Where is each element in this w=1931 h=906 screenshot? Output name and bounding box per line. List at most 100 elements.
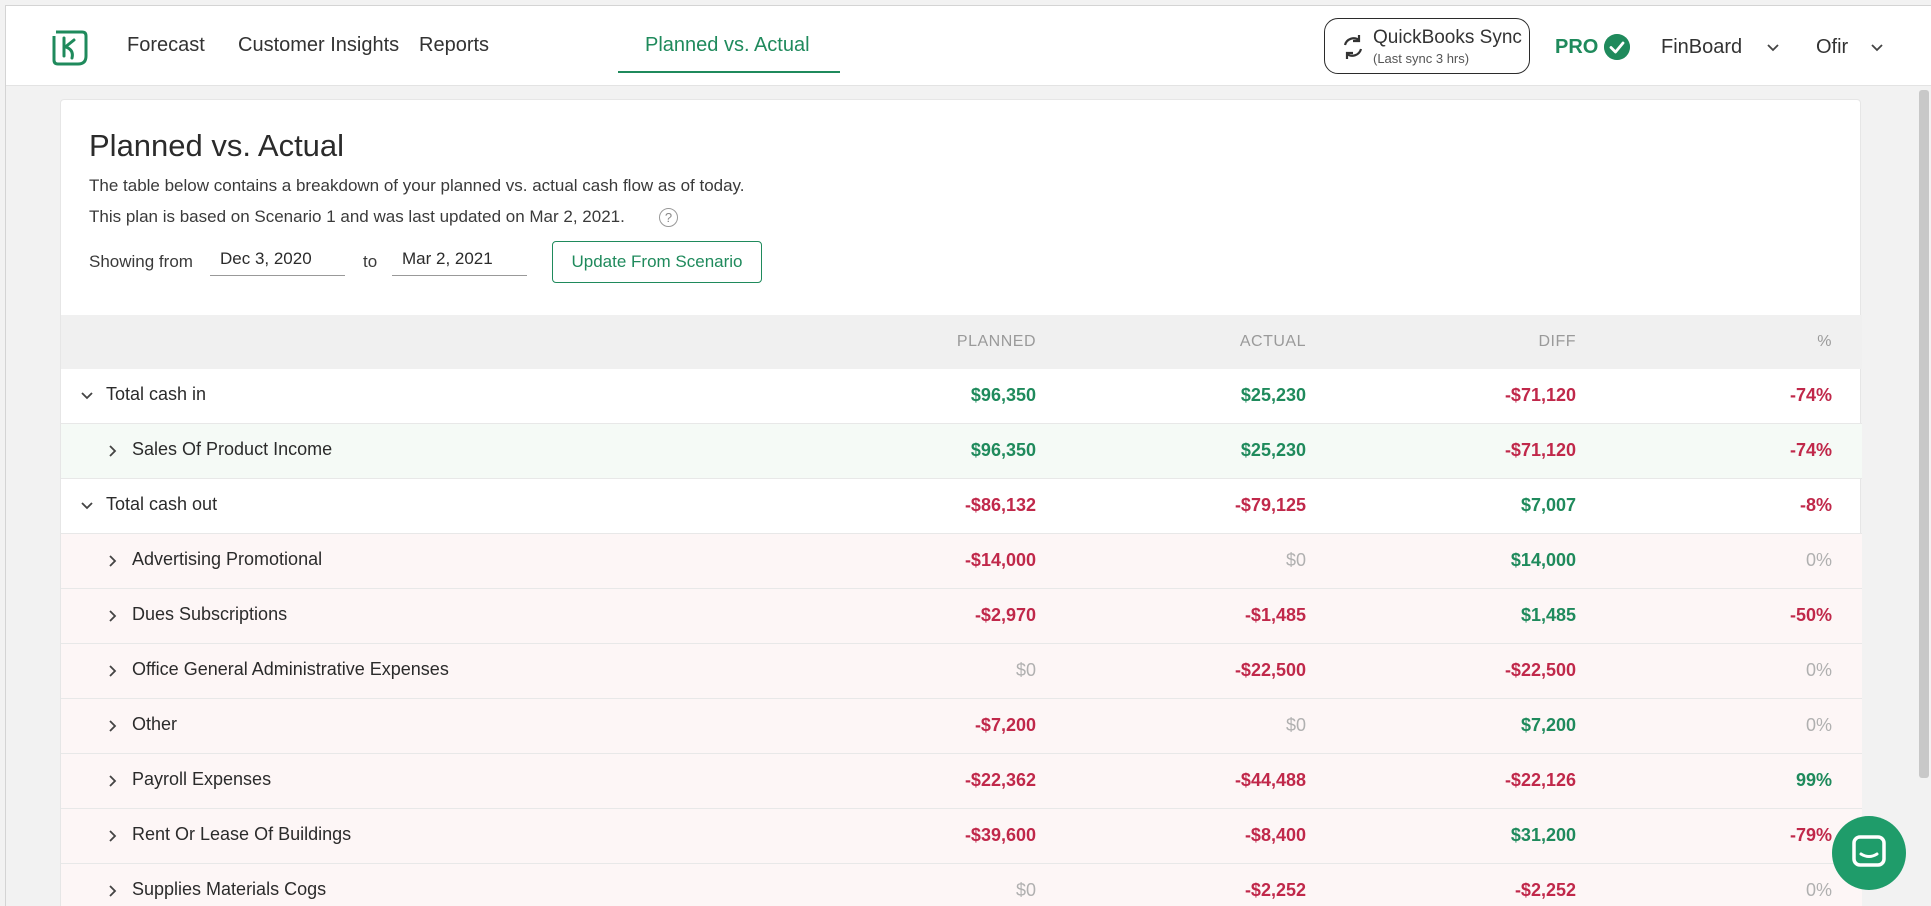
cell-actual: -$22,500 (1234, 660, 1306, 680)
showing-from-label: Showing from (89, 252, 193, 271)
table-row[interactable]: Dues Subscriptions -$2,970 -$1,485 $1,485 -5… (61, 589, 1862, 644)
chevron-right-icon[interactable] (105, 773, 121, 789)
table-row[interactable]: Advertising Promotional -$14,000 $0 $14,000… (61, 534, 1862, 589)
cell-diff: $31,200 (1510, 825, 1576, 845)
cell-actual: -$2,252 (1244, 880, 1306, 900)
update-from-scenario-button[interactable]: Update From Scenario (552, 241, 762, 283)
active-tab-indicator (618, 71, 840, 73)
cell-percent: 99% (1795, 770, 1832, 790)
help-icon[interactable]: ? (659, 208, 678, 227)
row-label: Dues Subscriptions (132, 604, 288, 624)
chevron-down-icon[interactable] (79, 388, 95, 404)
row-label: Supplies Materials Cogs (132, 879, 327, 899)
table-row[interactable]: Rent Or Lease Of Buildings -$39,600 -$8,40… (61, 809, 1862, 864)
page-description: The table below contains a breakdown of … (89, 176, 745, 195)
check-icon (1604, 34, 1630, 60)
sync-icon (1343, 35, 1363, 59)
cell-planned: -$39,600 (964, 825, 1036, 845)
scrollbar[interactable] (1919, 90, 1929, 778)
column-header-planned: PLANNED (956, 333, 1036, 350)
cell-diff: $7,200 (1520, 715, 1576, 735)
chevron-right-icon[interactable] (105, 883, 121, 899)
column-header-actual: ACTUAL (1239, 333, 1306, 350)
date-from-input[interactable] (210, 242, 345, 276)
chevron-right-icon[interactable] (105, 443, 121, 459)
cell-planned: -$7,200 (974, 715, 1036, 735)
chevron-right-icon[interactable] (105, 828, 121, 844)
cell-actual: $0 (1285, 550, 1306, 570)
cell-planned: -$14,000 (964, 550, 1036, 570)
table-row[interactable]: Other -$7,200 $0 $7,200 0% (61, 699, 1862, 754)
date-to-input[interactable] (392, 242, 527, 276)
cell-percent: 0% (1805, 660, 1832, 680)
cell-percent: 0% (1805, 715, 1832, 735)
row-label: Total cash in (106, 384, 207, 404)
cell-actual: $0 (1285, 715, 1306, 735)
chat-icon (1852, 835, 1886, 867)
app-window: Forecast Customer Insights Reports Plann… (5, 5, 1931, 906)
table-row[interactable]: Sales Of Product Income $96,350 $25,230 -$7… (61, 424, 1862, 479)
cell-actual: $25,230 (1240, 440, 1306, 460)
page-title: Planned vs. Actual (89, 128, 345, 163)
user-dropdown[interactable]: Ofir (1816, 36, 1848, 59)
chevron-right-icon[interactable] (105, 718, 121, 734)
cell-planned: $96,350 (970, 440, 1036, 460)
cell-diff: $14,000 (1510, 550, 1576, 570)
top-navigation: Forecast Customer Insights Reports Plann… (6, 6, 1931, 86)
cell-planned: $96,350 (970, 385, 1036, 405)
cell-actual: -$1,485 (1244, 605, 1306, 625)
cell-percent: -8% (1799, 495, 1832, 515)
row-label: Payroll Expenses (132, 769, 272, 789)
chevron-down-icon[interactable] (1869, 40, 1885, 56)
table-row[interactable]: Total cash in $96,350 $25,230 -$71,120 -74% (61, 369, 1862, 424)
row-label: Total cash out (106, 494, 218, 514)
cell-percent: 0% (1805, 880, 1832, 900)
cell-percent: 0% (1805, 550, 1832, 570)
table-row[interactable]: Payroll Expenses -$22,362 -$44,488 -$22,126… (61, 754, 1862, 809)
cell-diff: $7,007 (1520, 495, 1576, 515)
table-row[interactable]: Supplies Materials Cogs $0 -$2,252 -$2,252 0… (61, 864, 1862, 906)
cell-percent: -79% (1789, 825, 1832, 845)
chat-button[interactable] (1832, 816, 1906, 890)
chevron-right-icon[interactable] (105, 608, 121, 624)
pro-badge: PRO (1555, 36, 1599, 58)
chevron-right-icon[interactable] (105, 553, 121, 569)
chevron-right-icon[interactable] (105, 663, 121, 679)
cell-diff: -$22,500 (1504, 660, 1576, 680)
table-row[interactable]: Total cash out -$86,132 -$79,125 $7,007 -8% (61, 479, 1862, 534)
column-header-diff: DIFF (1538, 333, 1576, 350)
nav-forecast[interactable]: Forecast (127, 6, 205, 86)
planned-vs-actual-card: Planned vs. Actual The table below conta… (60, 99, 1862, 906)
cell-planned: -$22,362 (964, 770, 1036, 790)
finboard-logo-icon[interactable] (48, 26, 92, 70)
cell-diff: -$71,120 (1504, 440, 1576, 460)
nav-planned-vs-actual[interactable]: Planned vs. Actual (645, 6, 810, 86)
chevron-down-icon[interactable] (1765, 40, 1781, 56)
cell-diff: -$22,126 (1504, 770, 1576, 790)
nav-reports[interactable]: Reports (419, 6, 489, 86)
table-header: PLANNED ACTUAL DIFF % (61, 315, 1862, 369)
column-header-percent: % (1817, 333, 1832, 350)
row-label: Sales Of Product Income (132, 439, 333, 459)
nav-customer-insights[interactable]: Customer Insights (238, 6, 399, 86)
row-label: Other (132, 714, 178, 734)
cell-actual: $25,230 (1240, 385, 1306, 405)
sync-title: QuickBooks Sync (1373, 27, 1522, 48)
table-row[interactable]: Office General Administrative Expenses $0… (61, 644, 1862, 699)
cell-diff: $1,485 (1520, 605, 1576, 625)
row-label: Rent Or Lease Of Buildings (132, 824, 352, 844)
cell-percent: -50% (1789, 605, 1832, 625)
row-label: Advertising Promotional (132, 549, 323, 569)
cell-planned: $0 (1015, 660, 1036, 680)
cell-actual: -$8,400 (1244, 825, 1306, 845)
quickbooks-sync-button[interactable]: QuickBooks Sync (Last sync 3 hrs) (1324, 18, 1530, 74)
chevron-down-icon[interactable] (79, 498, 95, 514)
cell-planned: -$86,132 (964, 495, 1036, 515)
cell-percent: -74% (1789, 440, 1832, 460)
company-dropdown[interactable]: FinBoard (1661, 36, 1742, 59)
sync-status: (Last sync 3 hrs) (1373, 51, 1470, 66)
cell-planned: -$2,970 (974, 605, 1036, 625)
cell-planned: $0 (1015, 880, 1036, 900)
cell-percent: -74% (1789, 385, 1832, 405)
row-label: Office General Administrative Expenses (132, 659, 449, 679)
